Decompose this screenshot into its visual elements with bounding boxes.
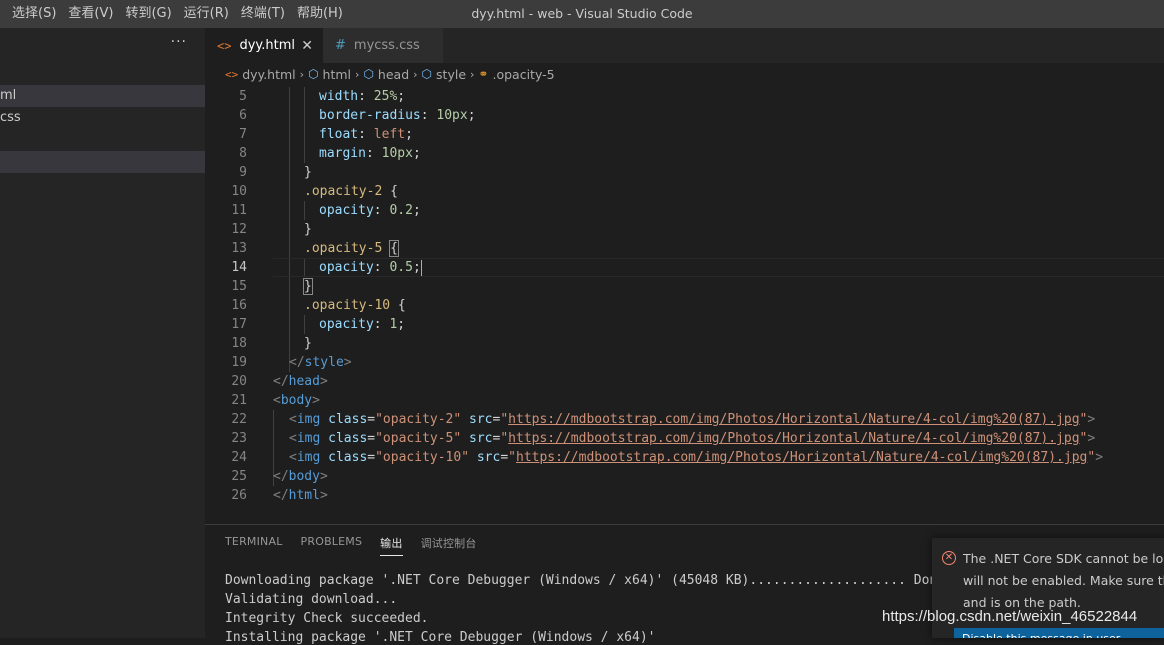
menu-go[interactable]: 转到(G) (119, 0, 177, 28)
tab-label: mycss.css (353, 38, 420, 53)
breadcrumb-item-selector[interactable]: ⚭ .opacity-5 (478, 67, 554, 82)
code-line: 6 border-radius: 10px; (239, 108, 476, 123)
element-icon: ⬡ (363, 67, 374, 81)
chevron-right-icon: › (413, 67, 418, 81)
menu-selection[interactable]: 选择(S) (6, 0, 62, 28)
breadcrumb-item-head[interactable]: ⬡ head (363, 67, 409, 82)
css-file-icon: # (335, 38, 346, 53)
code-line: 7 float: left; (239, 127, 413, 142)
explorer-item-selected[interactable] (0, 151, 205, 173)
explorer-sidebar: ··· ml css (0, 28, 205, 638)
menu-view[interactable]: 查看(V) (62, 0, 119, 28)
code-line: 24 <img class="opacity-10" src="https://m… (231, 450, 1104, 465)
text-cursor (420, 259, 422, 276)
tab-mycss-css[interactable]: # mycss.css (323, 28, 443, 63)
explorer-item-css[interactable]: css (0, 107, 205, 129)
tab-problems[interactable]: PROBLEMS (301, 535, 363, 556)
code-line: 23 <img class="opacity-5" src="https://md… (231, 431, 1096, 446)
disable-message-button[interactable]: Disable this message in user settings (954, 628, 1164, 638)
more-actions-icon[interactable]: ··· (171, 34, 187, 50)
tab-terminal[interactable]: TERMINAL (225, 535, 283, 556)
breadcrumb-item-file[interactable]: <> dyy.html (225, 67, 296, 82)
tab-dyy-html[interactable]: <> dyy.html ✕ (205, 28, 323, 63)
symbol-icon: ⚭ (478, 67, 489, 81)
code-line: 19 </style> (231, 355, 352, 370)
element-icon: ⬡ (308, 67, 319, 81)
output-line: Downloading package '.NET Core Debugger … (225, 573, 953, 588)
breadcrumb: <> dyy.html › ⬡ html › ⬡ head › ⬡ style › ⚭.… (205, 63, 1164, 85)
code-line: 18} (231, 336, 312, 351)
error-icon: ✕ (942, 551, 956, 565)
output-line: Integrity Check succeeded. (225, 611, 429, 626)
tab-output[interactable]: 输出 (380, 535, 403, 556)
code-line: 21 <body> (231, 393, 320, 408)
code-line: 9} (239, 165, 312, 180)
html-file-icon: <> (217, 38, 232, 53)
watermark: https://blog.csdn.net/weixin_46522844 (882, 608, 1138, 625)
breadcrumb-item-html[interactable]: ⬡ html (308, 67, 351, 82)
code-line: 8 margin: 10px; (239, 146, 421, 161)
code-line: 22 <img class="opacity-2" src="https://md… (231, 412, 1096, 427)
code-line-current: 14 opacity: 0.5; (231, 259, 422, 276)
panel-tabs: TERMINAL PROBLEMS 输出 调试控制台 (225, 535, 495, 556)
breadcrumb-item-style[interactable]: ⬡ style (422, 67, 466, 82)
title-bar: 选择(S) 查看(V) 转到(G) 运行(R) 终端(T) 帮助(H) dyy.… (0, 0, 1164, 28)
editor-tab-bar: <> dyy.html ✕ # mycss.css (205, 28, 1164, 63)
chevron-right-icon: › (355, 67, 360, 81)
notification-message: The .NET Core SDK cannot be located will… (963, 551, 1164, 610)
menu-terminal[interactable]: 终端(T) (235, 0, 291, 28)
code-line: 5 width: 25%; (239, 89, 406, 104)
url-link[interactable]: https://mdbootstrap.com/img/Photos/Horiz… (516, 450, 1087, 465)
output-line: Validating download... (225, 592, 398, 607)
code-line: 26 </html> (231, 488, 328, 503)
menu-help[interactable]: 帮助(H) (291, 0, 349, 28)
code-line: 25 </body> (231, 469, 328, 484)
code-line: 15} (231, 278, 313, 295)
url-link[interactable]: https://mdbootstrap.com/img/Photos/Horiz… (508, 412, 1079, 427)
tab-debug-console[interactable]: 调试控制台 (421, 535, 477, 556)
close-icon[interactable]: ✕ (301, 38, 313, 54)
html-file-icon: <> (225, 67, 239, 81)
code-line: 16 .opacity-10 { (231, 298, 406, 313)
tab-label: dyy.html (239, 38, 295, 53)
code-editor[interactable]: 5 width: 25%; 6 border-radius: 10px; 7 floa… (205, 87, 1164, 524)
element-icon: ⬡ (421, 67, 433, 81)
code-line: 20 </head> (231, 374, 328, 389)
code-line: 13 .opacity-5 { (231, 240, 399, 257)
code-line: 12} (231, 222, 312, 237)
code-line: 17 opacity: 1; (231, 317, 406, 332)
chevron-right-icon: › (470, 67, 475, 81)
menu-run[interactable]: 运行(R) (178, 0, 235, 28)
code-line: 11 opacity: 0.2; (231, 203, 421, 218)
explorer-item-html[interactable]: ml (0, 85, 205, 107)
code-line: 10 .opacity-2 { (231, 184, 398, 199)
url-link[interactable]: https://mdbootstrap.com/img/Photos/Horiz… (508, 431, 1079, 446)
menu-bar: 选择(S) 查看(V) 转到(G) 运行(R) 终端(T) 帮助(H) (0, 0, 349, 28)
chevron-right-icon: › (299, 67, 305, 81)
